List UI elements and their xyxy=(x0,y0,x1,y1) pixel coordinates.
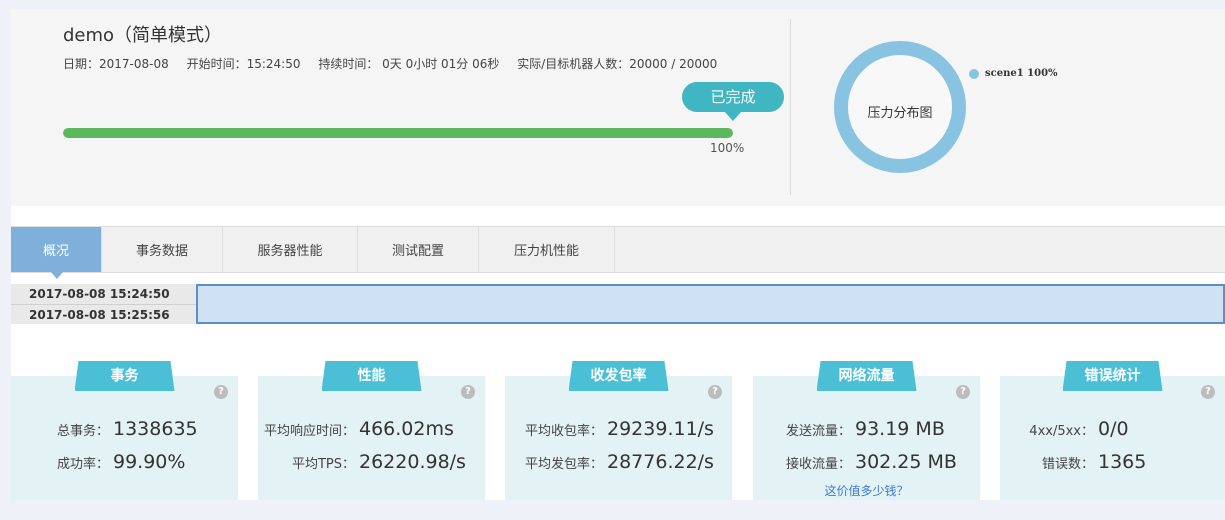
donut-center-label: 压力分布图 xyxy=(867,106,933,121)
stat-value: 1365 xyxy=(1098,451,1147,473)
time-range-end: 2017-08-08 15:25:56 xyxy=(11,304,196,324)
stat-value: 99.90% xyxy=(113,451,186,473)
stat-label: 平均发包率： xyxy=(524,457,603,472)
avg-response-time: 平均响应时间： 466.02ms xyxy=(258,418,485,440)
received-traffic: 接收流量： 302.25 MB xyxy=(753,451,980,473)
help-icon[interactable]: ? xyxy=(956,385,970,399)
time-range-slider[interactable] xyxy=(196,284,1225,324)
card-title: 网络流量 xyxy=(816,361,917,391)
sent-traffic: 发送流量： 93.19 MB xyxy=(753,418,980,440)
stat-label: 发送流量： xyxy=(785,424,851,439)
tab-transaction-data[interactable]: 事务数据 xyxy=(102,227,223,272)
stat-label: 错误数： xyxy=(1041,457,1094,472)
stat-label: 平均TPS： xyxy=(291,457,355,472)
time-range-start: 2017-08-08 15:24:50 xyxy=(29,287,170,301)
card-title: 错误统计 xyxy=(1062,361,1163,391)
legend-label: scene1 100% xyxy=(985,68,1058,79)
stat-value: 0/0 xyxy=(1098,418,1129,440)
packet-rate-card: 收发包率 ? 平均收包率： 29239.11/s 平均发包率： 28776.22/s xyxy=(505,361,732,500)
stat-value: 302.25 MB xyxy=(855,451,957,473)
legend-dot-icon xyxy=(969,68,979,79)
stat-label: 平均收包率： xyxy=(524,424,603,439)
progress-bar xyxy=(63,128,733,138)
card-title: 性能 xyxy=(321,361,422,391)
help-icon[interactable]: ? xyxy=(1201,385,1215,399)
network-traffic-card: 网络流量 ? 发送流量： 93.19 MB 接收流量： 302.25 MB 这价值多… xyxy=(753,361,980,500)
avg-receive-rate: 平均收包率： 29239.11/s xyxy=(505,418,732,440)
stat-value: 26220.98/s xyxy=(359,451,466,473)
avg-tps: 平均TPS： 26220.98/s xyxy=(258,451,485,473)
transactions-card: 事务 ? 总事务： 1338635 成功率： 99.90% xyxy=(11,361,238,500)
status-badge: 已完成 xyxy=(682,82,784,121)
tab-test-config[interactable]: 测试配置 xyxy=(358,227,479,272)
run-meta: 日期：2017-08-08 开始时间：15:24:50 持续时间： 0天 0小时… xyxy=(63,55,731,72)
performance-card: 性能 ? 平均响应时间： 466.02ms 平均TPS： 26220.98/s xyxy=(258,361,485,500)
stat-label: 接收流量： xyxy=(785,457,851,472)
stat-label: 平均响应时间： xyxy=(263,424,355,439)
progress-bar-fill xyxy=(63,128,733,138)
cost-estimate-link[interactable]: 这价值多少钱？ xyxy=(753,482,980,499)
stat-value: 29239.11/s xyxy=(607,418,714,440)
avg-send-rate: 平均发包率： 28776.22/s xyxy=(505,451,732,473)
card-title: 收发包率 xyxy=(568,361,669,391)
stat-value: 466.02ms xyxy=(359,418,454,440)
success-rate: 成功率： 99.90% xyxy=(11,451,238,473)
http-error-codes: 4xx/5xx： 0/0 xyxy=(1000,418,1225,440)
error-count: 错误数： 1365 xyxy=(1000,451,1225,473)
panel-divider xyxy=(790,19,791,195)
card-title: 事务 xyxy=(74,361,175,391)
run-bot-count: 实际/目标机器人数：20000 / 20000 xyxy=(517,57,718,71)
stat-label: 4xx/5xx： xyxy=(1029,424,1094,439)
progress-percent: 100% xyxy=(710,141,745,155)
summary-panel: demo（简单模式） 日期：2017-08-08 开始时间：15:24:50 持… xyxy=(11,9,1225,206)
tab-overview[interactable]: 概况 xyxy=(11,227,102,279)
run-duration: 持续时间： 0天 0小时 01分 06秒 xyxy=(318,57,500,71)
donut-legend[interactable]: scene1 100% xyxy=(969,68,1058,79)
pressure-donut-chart[interactable]: 压力分布图 xyxy=(834,41,966,173)
stat-label: 总事务： xyxy=(56,424,109,439)
run-start-time: 开始时间：15:24:50 xyxy=(186,57,301,71)
total-transactions: 总事务： 1338635 xyxy=(11,418,238,440)
tab-load-machine-performance[interactable]: 压力机性能 xyxy=(479,227,615,272)
stat-label: 成功率： xyxy=(56,457,109,472)
tab-server-performance[interactable]: 服务器性能 xyxy=(223,227,358,272)
help-icon[interactable]: ? xyxy=(461,385,475,399)
tab-bar: 概况 事务数据 服务器性能 测试配置 压力机性能 xyxy=(11,226,1225,279)
help-icon[interactable]: ? xyxy=(708,385,722,399)
help-icon[interactable]: ? xyxy=(214,385,228,399)
page-title: demo（简单模式） xyxy=(63,25,223,46)
time-range-labels: 2017-08-08 15:24:50 2017-08-08 15:25:56 xyxy=(11,284,196,324)
stat-value: 1338635 xyxy=(113,418,198,440)
stat-value: 93.19 MB xyxy=(855,418,945,440)
stat-value: 28776.22/s xyxy=(607,451,714,473)
run-date: 日期：2017-08-08 xyxy=(63,57,169,71)
error-stats-card: 错误统计 ? 4xx/5xx： 0/0 错误数： 1365 xyxy=(1000,361,1225,500)
